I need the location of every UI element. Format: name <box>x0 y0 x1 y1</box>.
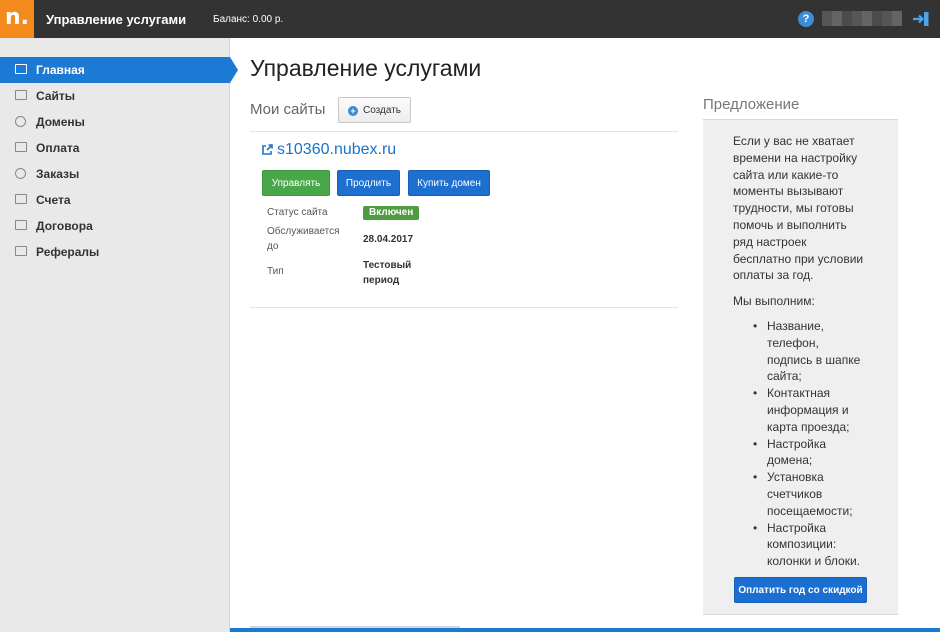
list-item-line: сайта; <box>767 369 802 384</box>
sidebar-item-payment[interactable]: Оплата <box>0 135 230 161</box>
buy-domain-button[interactable]: Купить домен <box>408 170 490 196</box>
globe-icon <box>15 116 27 127</box>
divider <box>250 307 678 308</box>
orders-icon <box>15 168 27 179</box>
balance-label: Баланс: 0.00 р. <box>213 14 284 25</box>
type-value-2: период <box>363 275 400 286</box>
list-item-line: Название, <box>767 319 824 333</box>
sidebar-item-label: Сайты <box>36 89 75 103</box>
help-icon[interactable]: ? <box>798 11 814 27</box>
list-item-line: подпись в шапке <box>767 352 861 367</box>
sidebar-item-home[interactable]: Главная <box>0 57 238 83</box>
offer-panel: Если у вас не хватает времени на настрой… <box>703 119 898 615</box>
offer-text-line: моменты вызывают <box>733 184 844 199</box>
list-item-line: Настройка <box>767 520 827 535</box>
bottom-accent-bar <box>230 628 940 632</box>
sidebar-item-referrals[interactable]: Рефералы <box>0 239 230 265</box>
sidebar: Главная Сайты Домены Оплата Заказы Счета… <box>0 38 238 632</box>
page-title: Управление услугами <box>250 55 482 81</box>
offer-text-line: трудности, мы готовы <box>733 201 854 216</box>
list-item-line: домена; <box>767 453 813 468</box>
list-item-line: информация и <box>767 402 849 417</box>
sidebar-item-label: Заказы <box>36 167 80 181</box>
offer-text-line: сайта или какие-то <box>733 167 839 182</box>
sidebar-item-orders[interactable]: Заказы <box>0 161 230 187</box>
sidebar-item-contracts[interactable]: Договора <box>0 213 230 239</box>
user-name-redacted[interactable] <box>822 11 902 26</box>
top-bar: n. Управление услугами Баланс: 0.00 р. ? <box>0 0 940 38</box>
referrals-icon <box>15 246 27 257</box>
pay-year-discount-button[interactable]: Оплатить год со скидкой <box>734 577 867 603</box>
list-item-line: композиции: <box>767 537 837 552</box>
create-label: Создать <box>363 105 402 116</box>
offer-text-line: оплаты за год. <box>733 268 814 283</box>
list-item-line: счетчиков <box>767 486 823 501</box>
list-item-line: Настройка <box>767 436 827 451</box>
create-site-button[interactable]: + Создать <box>338 97 411 123</box>
status-label: Статус сайта <box>267 207 328 218</box>
offer-text-line: бесплатно при условии <box>733 251 864 266</box>
list-item: Настройка домена; <box>751 436 891 470</box>
list-item: Контактная информация и карта проезда; <box>751 385 891 435</box>
offer-text-line: времени на настройку <box>733 150 858 165</box>
home-icon <box>15 64 27 75</box>
sidebar-item-label: Договора <box>36 219 93 233</box>
sidebar-item-label: Рефералы <box>36 245 100 259</box>
served-until-value: 28.04.2017 <box>363 234 414 245</box>
contracts-icon <box>15 220 27 231</box>
status-badge: Включен <box>363 206 420 220</box>
invoices-icon <box>15 194 27 205</box>
list-item-line: карта проезда; <box>767 419 850 434</box>
divider <box>250 131 678 132</box>
logout-icon[interactable] <box>912 11 930 27</box>
list-item-line: Установка <box>767 470 824 485</box>
sites-icon <box>15 90 27 101</box>
list-item: Название, телефон, подпись в шапке сайта… <box>751 318 891 385</box>
list-item-line: колонки и блоки. <box>767 554 860 569</box>
list-item-line: посещаемости; <box>767 503 853 518</box>
list-item: Настройка композиции: колонки и блоки. <box>751 520 891 570</box>
list-item-line: телефон, <box>767 335 819 350</box>
sidebar-item-label: Счета <box>36 193 71 207</box>
sidebar-item-sites[interactable]: Сайты <box>0 83 230 109</box>
logo[interactable]: n. <box>0 0 34 38</box>
app-title: Управление услугами <box>46 12 187 27</box>
list-item: Установка счетчиков посещаемости; <box>751 469 891 519</box>
site-domain-link[interactable]: s10360.nubex.ru <box>277 141 396 159</box>
sidebar-item-invoices[interactable]: Счета <box>0 187 230 213</box>
sidebar-item-domains[interactable]: Домены <box>0 109 230 135</box>
served-until-label-1: Обслуживается <box>267 226 340 237</box>
served-until-label-2: до <box>267 241 279 252</box>
payment-icon <box>15 142 27 153</box>
type-label: Тип <box>267 266 284 277</box>
extend-button[interactable]: Продлить <box>337 170 400 196</box>
sidebar-item-label: Главная <box>36 63 85 77</box>
offer-list: Название, телефон, подпись в шапке сайта… <box>751 318 891 570</box>
plus-icon: + <box>348 106 358 116</box>
sidebar-item-label: Оплата <box>36 141 80 155</box>
offer-text-line: ряд настроек <box>733 234 807 249</box>
offer-text-line: Если у вас не хватает <box>733 134 855 148</box>
my-sites-heading: Мои сайты <box>250 101 326 118</box>
offer-subheading: Мы выполним: <box>733 294 815 308</box>
offer-text: Если у вас не хватает времени на настрой… <box>733 133 893 284</box>
offer-text-line: помочь и выполнить <box>733 217 847 232</box>
manage-button[interactable]: Управлять <box>262 170 330 196</box>
type-value-1: Тестовый <box>363 260 412 271</box>
sidebar-item-label: Домены <box>36 115 85 129</box>
list-item-line: Контактная <box>767 386 831 401</box>
external-link-icon <box>262 144 273 155</box>
offer-title: Предложение <box>703 96 800 113</box>
